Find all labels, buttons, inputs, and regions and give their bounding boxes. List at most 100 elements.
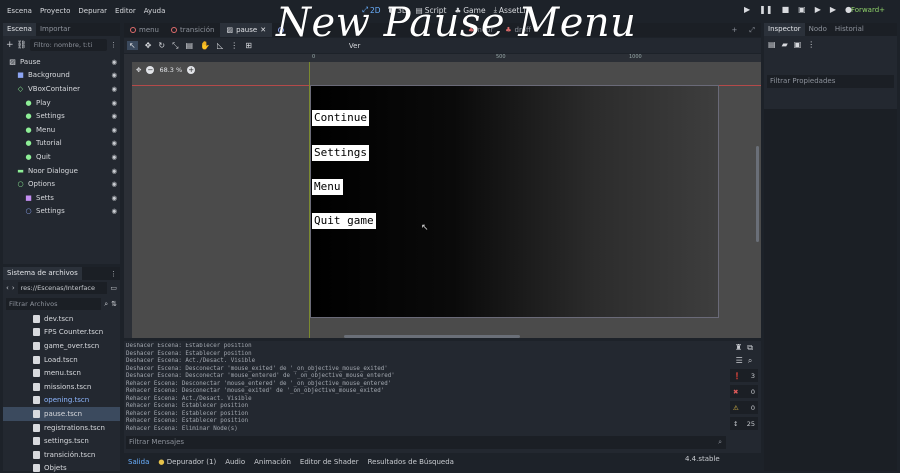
file-item[interactable]: Objets [3,462,120,473]
file-item[interactable]: pause.tscn [3,407,120,421]
file-item[interactable]: FPS Counter.tscn [3,326,120,340]
split-view-icon[interactable]: ▭ [110,284,117,292]
visibility-icon[interactable]: ◉ [111,58,117,66]
warnings-count[interactable]: ⚠ 0 [730,401,758,414]
path-field[interactable]: res://Escenas/Interface [17,282,108,294]
menu-editor[interactable]: Editor [111,7,140,15]
play-custom-icon[interactable]: ▶ [830,5,836,14]
tab-escena[interactable]: Escena [3,23,36,36]
visibility-icon[interactable]: ◉ [111,207,117,215]
file-item[interactable]: Load.tscn [3,353,120,367]
tab-nodo[interactable]: Nodo [805,23,831,36]
file-item[interactable]: transición.tscn [3,448,120,462]
distraction-free-icon[interactable]: ⤢ [743,23,761,37]
visibility-icon[interactable]: ◉ [111,126,117,134]
menu-ayuda[interactable]: Ayuda [140,7,170,15]
menu-depurar[interactable]: Depurar [74,7,111,15]
menu-escena[interactable]: Escena [3,7,36,15]
save-icon[interactable]: ▣ [794,40,802,49]
visibility-icon[interactable]: ◉ [111,112,117,120]
select-tool-icon[interactable]: ↖ [127,41,138,50]
scene-node[interactable]: ● Quit ◉ [3,150,120,164]
zoom-out-icon[interactable]: − [146,66,155,74]
dock-menu-icon[interactable]: ⋮ [110,270,120,278]
snap-icon[interactable]: ⋮ [230,41,238,50]
link-icon[interactable]: ⛓ [17,40,27,49]
scene-node[interactable]: ● Settings ◉ [3,109,120,123]
scene-node[interactable]: ■ Setts ◉ [3,191,120,205]
move-tool-icon[interactable]: ✥ [145,41,152,50]
file-filter-input[interactable]: Filtrar Archivos [6,298,102,310]
file-item[interactable]: opening.tscn [3,394,120,408]
scene-tab-menu[interactable]: menu [124,23,165,37]
renderer-selector[interactable]: Forward+ [851,6,885,14]
scene-node[interactable]: ▬ Noor Dialogue ◉ [3,164,120,178]
errors-count[interactable]: ✖ 0 [730,385,758,398]
file-item[interactable]: missions.tscn [3,380,120,394]
scene-node[interactable]: ▨ Pause ◉ [3,55,120,69]
messages-count[interactable]: ❗ 3 [730,369,758,382]
selectable-icon[interactable]: ▤ [186,41,194,50]
scene-node[interactable]: ● Menu ◉ [3,123,120,137]
stop-icon[interactable]: ■ [782,5,790,14]
tab-salida[interactable]: Salida [128,458,149,466]
scene-node[interactable]: ● Play ◉ [3,96,120,110]
tab-importar[interactable]: Importar [36,23,74,36]
horizontal-scrollbar[interactable] [344,335,520,338]
scene-tab-transicion[interactable]: transición [165,23,220,37]
filter-messages-input[interactable]: Filtrar Mensajes ⌕ [126,436,726,449]
file-item[interactable]: menu.tscn [3,366,120,380]
ruler-tool-icon[interactable]: ◺ [217,41,223,50]
visibility-icon[interactable]: ◉ [111,180,117,188]
visibility-icon[interactable]: ◉ [111,71,117,79]
tab-audio[interactable]: Audio [225,458,245,466]
remote-debug-icon[interactable]: ▣ [798,5,806,14]
zoom-level[interactable]: 68.3 % [159,66,182,74]
sort-icon[interactable]: ⇅ [111,300,117,308]
canvas-viewport[interactable]: 0 500 1000 ✥ − 68.3 % + Continue Setting… [124,54,761,338]
add-scene-tab-icon[interactable]: + [726,23,744,37]
scene-node[interactable]: ○ Options ◉ [3,177,120,191]
tab-historial[interactable]: Historial [831,23,868,36]
file-item[interactable]: game_over.tscn [3,339,120,353]
pan-tool-icon[interactable]: ✋ [200,41,210,50]
visibility-icon[interactable]: ◉ [111,99,117,107]
scene-node[interactable]: ● Tutorial ◉ [3,137,120,151]
quit-game-button[interactable]: Quit game [312,213,376,229]
forward-icon[interactable]: › [12,284,15,292]
tab-animacion[interactable]: Animación [254,458,291,466]
scene-node[interactable]: ○ Settings ◉ [3,205,120,219]
scene-node[interactable]: ◇ VBoxContainer ◉ [3,82,120,96]
pan-icon[interactable]: ✥ [136,66,141,74]
back-icon[interactable]: ‹ [6,284,9,292]
open-folder-icon[interactable]: ▰ [782,40,788,49]
file-item[interactable]: settings.tscn [3,434,120,448]
visibility-icon[interactable]: ◉ [111,194,117,202]
wrap-icon[interactable]: ☰ [736,356,743,366]
vertical-scrollbar[interactable] [756,146,759,242]
play-scene-icon[interactable]: ▶ [815,5,821,14]
scene-node[interactable]: ■ Background ◉ [3,69,120,83]
visibility-icon[interactable]: ◉ [111,153,117,161]
filter-options-icon[interactable]: ⋮ [110,41,117,49]
tab-search-results[interactable]: Resultados de Búsqueda [368,458,454,466]
visibility-icon[interactable]: ◉ [111,167,117,175]
zoom-in-icon[interactable]: + [187,66,196,74]
close-icon[interactable]: ✕ [260,26,266,34]
visibility-icon[interactable]: ◉ [111,85,117,93]
settings-button[interactable]: Settings [312,145,369,161]
scale-tool-icon[interactable]: ⤡ [172,41,178,51]
tab-shader-editor[interactable]: Editor de Shader [300,458,359,466]
filter-properties-input[interactable]: Filtrar Propiedades [767,75,894,88]
menu-proyecto[interactable]: Proyecto [36,7,74,15]
file-item[interactable]: registrations.tscn [3,421,120,435]
file-item[interactable]: dev.tscn [3,312,120,326]
new-resource-icon[interactable]: ▤ [768,40,776,49]
copy-icon[interactable]: ⧉ [747,343,753,353]
grid-icon[interactable]: ⊞ [245,41,252,50]
scene-filter-input[interactable]: Filtro: nombre, t:ti [29,38,107,51]
menu-button[interactable]: Menu [312,179,343,195]
search-icon[interactable]: ⌕ [748,356,752,366]
play-icon[interactable]: ▶ [744,5,750,14]
scene-tab-pause[interactable]: ▨ pause ✕ [220,23,273,37]
